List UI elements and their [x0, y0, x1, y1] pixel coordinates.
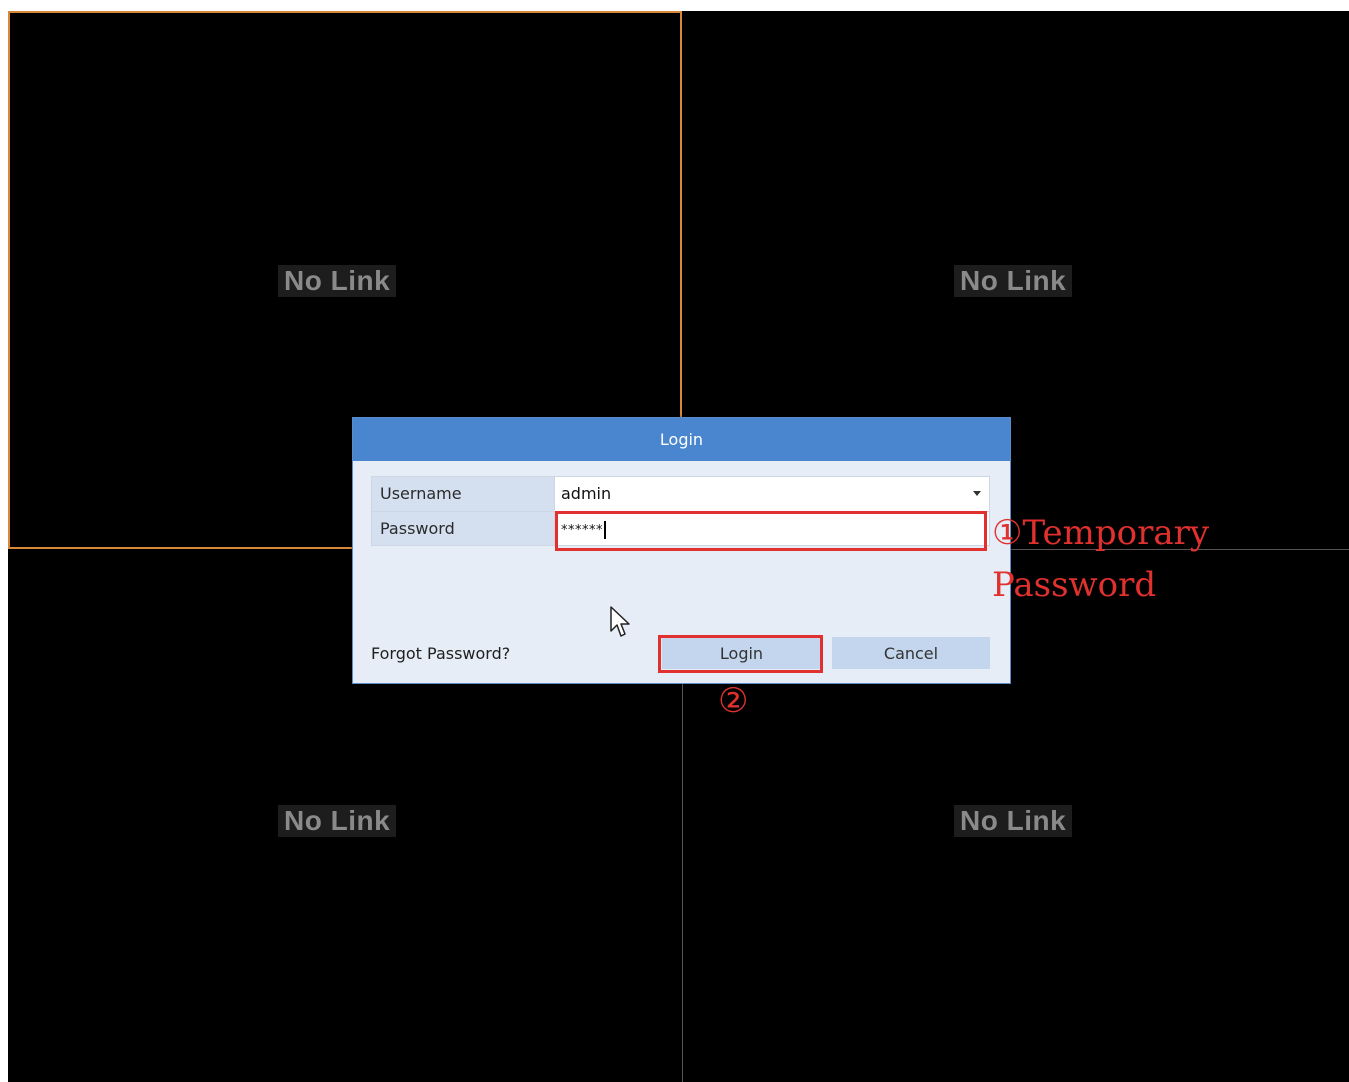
mouse-pointer-icon	[610, 606, 630, 637]
no-link-label: No Link	[954, 805, 1073, 837]
password-label: Password	[372, 512, 555, 545]
password-highlight-box	[555, 511, 987, 551]
no-link-label: No Link	[954, 265, 1073, 297]
nvr-live-view: No Link No Link No Link No Link Login Us…	[0, 0, 1349, 1082]
no-link-label: No Link	[278, 265, 397, 297]
annotation-step-2: ②	[718, 681, 749, 721]
no-link-label: No Link	[278, 805, 397, 837]
username-select[interactable]: admin	[555, 477, 989, 511]
chevron-down-icon[interactable]	[973, 491, 981, 496]
username-label: Username	[372, 477, 555, 511]
username-row: Username admin	[371, 476, 990, 511]
annotation-step-1: ①Temporary Password	[992, 513, 1210, 605]
username-value: admin	[561, 484, 612, 503]
cancel-button[interactable]: Cancel	[832, 637, 990, 669]
forgot-password-link[interactable]: Forgot Password?	[371, 644, 510, 663]
dialog-title: Login	[353, 418, 1010, 461]
login-highlight-box	[658, 635, 823, 673]
